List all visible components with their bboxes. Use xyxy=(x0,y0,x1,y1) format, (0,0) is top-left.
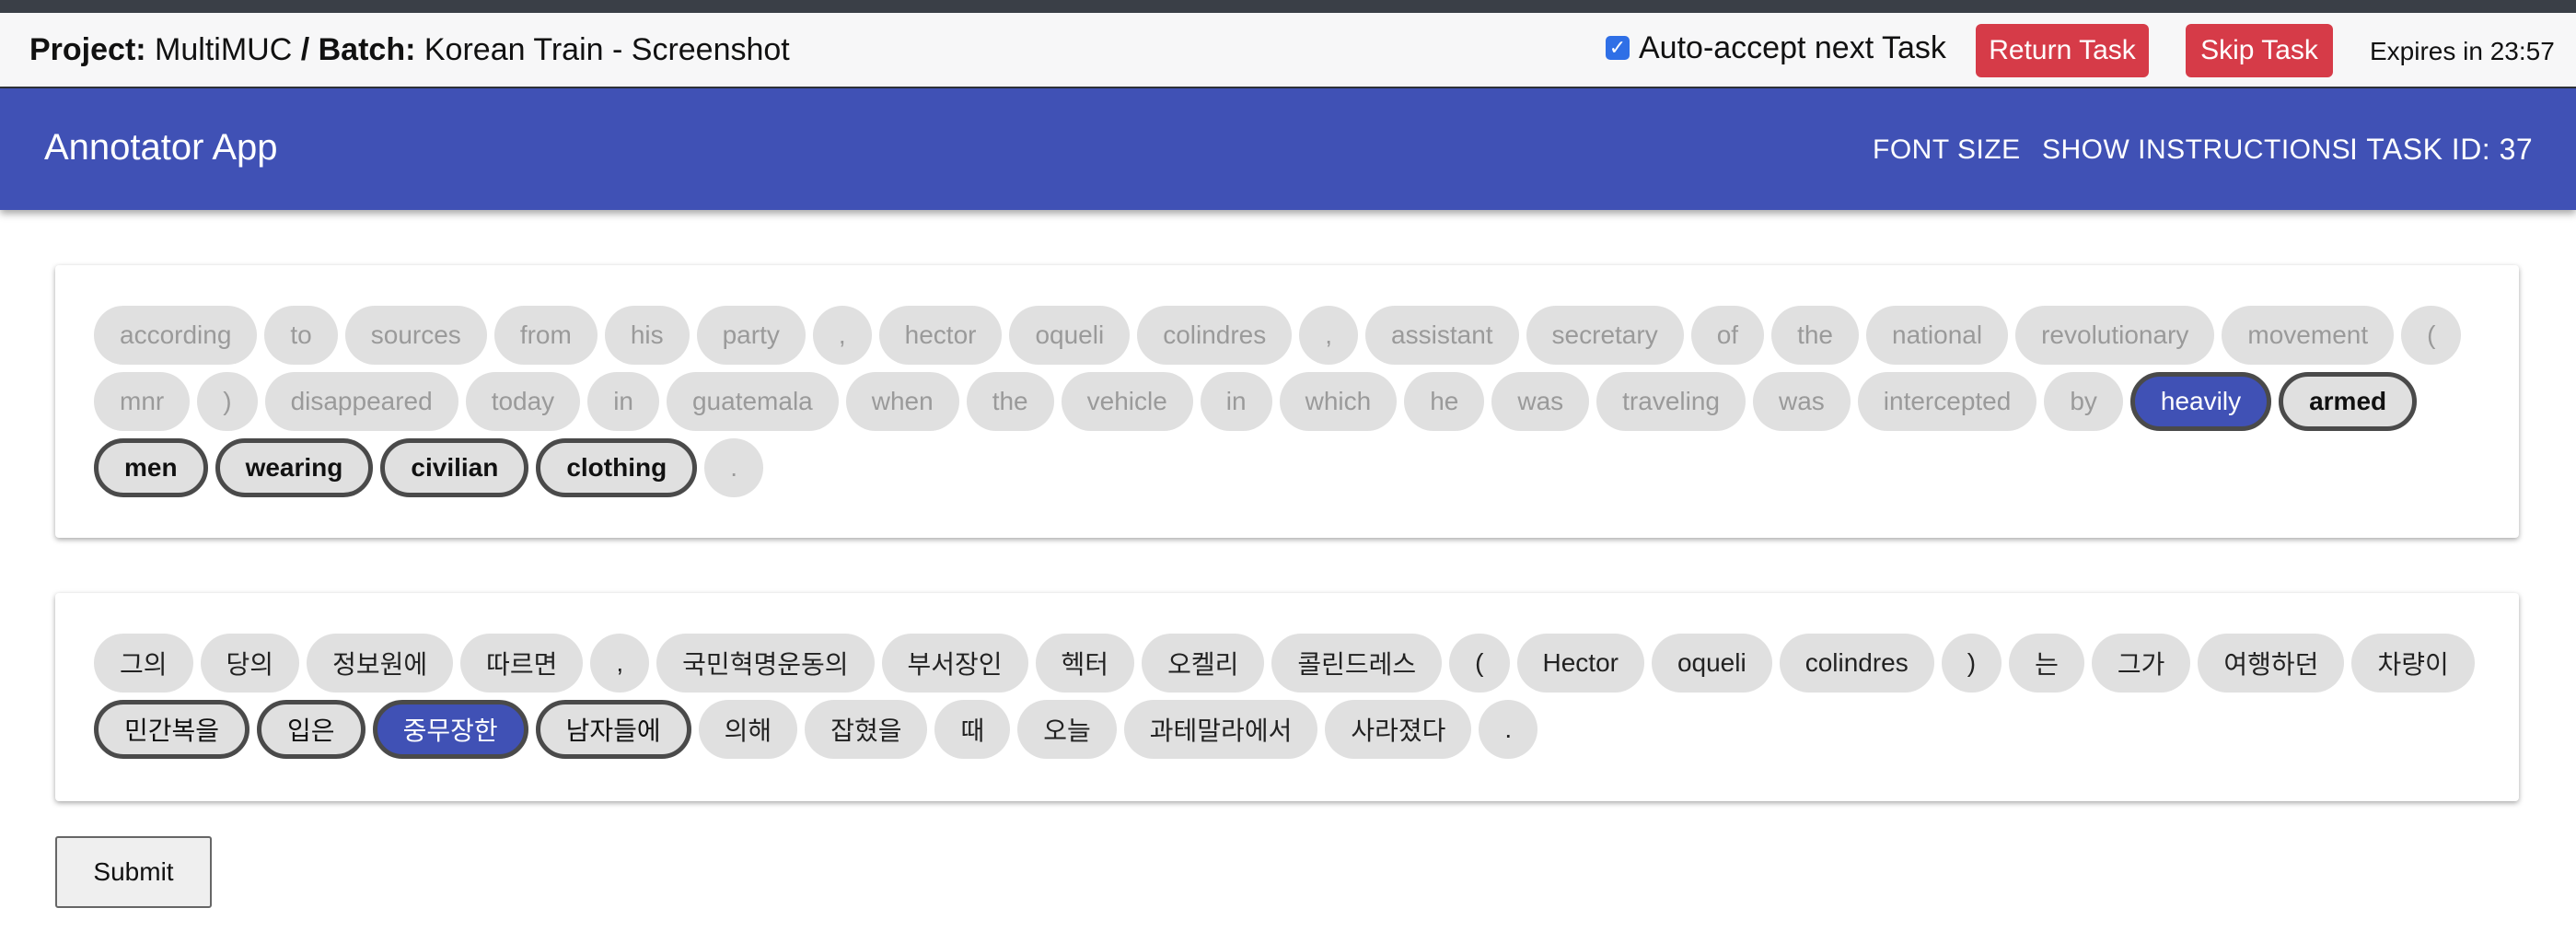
english-token[interactable]: , xyxy=(812,306,872,365)
korean-token[interactable]: 따르면 xyxy=(460,634,584,693)
return-task-button[interactable]: Return Task xyxy=(1976,24,2149,77)
english-token[interactable]: armed xyxy=(2279,372,2418,431)
top-window-strip xyxy=(0,0,2576,13)
korean-token[interactable]: 헥터 xyxy=(1035,634,1135,693)
auto-accept-label: Auto-accept next Task xyxy=(1639,29,1946,65)
english-token[interactable]: mnr xyxy=(94,372,191,431)
english-token[interactable]: ( xyxy=(2401,306,2462,365)
korean-token[interactable]: 오늘 xyxy=(1017,700,1117,759)
project-info: Project: MultiMUC / Batch: Korean Train … xyxy=(29,32,790,68)
task-header: Project: MultiMUC / Batch: Korean Train … xyxy=(0,13,2576,88)
korean-token[interactable]: . xyxy=(1479,700,1538,759)
english-token[interactable]: hector xyxy=(878,306,1003,365)
english-token[interactable]: . xyxy=(704,438,763,497)
korean-token[interactable]: 과테말라에서 xyxy=(1123,700,1318,759)
korean-token[interactable]: 여행하던 xyxy=(2198,634,2345,693)
korean-token[interactable]: 국민혁명운동의 xyxy=(656,634,875,693)
app-title: Annotator App xyxy=(44,127,278,168)
submit-button[interactable]: Submit xyxy=(55,836,212,908)
korean-token[interactable]: ( xyxy=(1449,634,1510,693)
project-label: Project: xyxy=(29,31,146,67)
english-token[interactable]: was xyxy=(1491,372,1590,431)
project-name: MultiMUC xyxy=(155,31,293,67)
korean-token[interactable]: 차량이 xyxy=(2351,634,2475,693)
korean-token[interactable]: Hector xyxy=(1516,634,1644,693)
korean-token[interactable]: 그의 xyxy=(94,634,193,693)
skip-task-button[interactable]: Skip Task xyxy=(2186,24,2333,77)
english-token[interactable]: , xyxy=(1299,306,1359,365)
english-token[interactable]: according xyxy=(94,306,258,365)
batch-label: Batch: xyxy=(318,31,416,67)
korean-sentence-card: 그의 당의 정보원에 따르면, 국민혁명운동의 부서장인 헥터 오켈리 콜린드레스(Hector… xyxy=(55,593,2519,801)
english-token[interactable]: heavily xyxy=(2129,372,2272,431)
korean-token[interactable]: ) xyxy=(1941,634,2002,693)
english-token[interactable]: intercepted xyxy=(1857,372,2037,431)
english-token[interactable]: the xyxy=(966,372,1054,431)
english-token-list: according to sources from his party, hector oqu… xyxy=(94,306,2482,505)
korean-token[interactable]: 정보원에 xyxy=(307,634,454,693)
korean-token[interactable]: oqueli xyxy=(1651,634,1772,693)
english-token[interactable]: national xyxy=(1866,306,2009,365)
korean-token[interactable]: 부서장인 xyxy=(881,634,1028,693)
english-token[interactable]: to xyxy=(264,306,338,365)
font-size-button[interactable]: FONT SIZE xyxy=(1873,134,2021,166)
korean-token[interactable]: 의해 xyxy=(698,700,798,759)
english-token[interactable]: when xyxy=(845,372,959,431)
task-id: I TASK ID: 37 xyxy=(2350,133,2534,166)
english-token[interactable]: of xyxy=(1690,306,1765,365)
english-token[interactable]: movement xyxy=(2222,306,2395,365)
english-token[interactable]: by xyxy=(2044,372,2123,431)
korean-token[interactable]: 그가 xyxy=(2091,634,2191,693)
show-instructions-button[interactable]: SHOW INSTRUCTIONS xyxy=(2042,134,2350,166)
app-bar: Annotator App FONT SIZE SHOW INSTRUCTION… xyxy=(0,88,2576,210)
korean-token[interactable]: 민간복을 xyxy=(94,700,250,759)
korean-token[interactable]: 입은 xyxy=(257,700,366,759)
korean-token[interactable]: 잡혔을 xyxy=(805,700,928,759)
korean-token[interactable]: colindres xyxy=(1779,634,1934,693)
english-token[interactable]: was xyxy=(1752,372,1851,431)
batch-name: Korean Train - Screenshot xyxy=(424,31,790,67)
english-token[interactable]: from xyxy=(493,306,598,365)
project-separator: / xyxy=(300,31,310,67)
english-token[interactable]: today xyxy=(465,372,581,431)
auto-accept-toggle[interactable]: ✓ Auto-accept next Task xyxy=(1606,28,1946,68)
english-token[interactable]: oqueli xyxy=(1009,306,1131,365)
korean-token[interactable]: 오켈리 xyxy=(1142,634,1265,693)
english-token[interactable]: which xyxy=(1279,372,1398,431)
korean-token[interactable]: 사라졌다 xyxy=(1325,700,1472,759)
korean-token[interactable]: 중무장한 xyxy=(372,700,528,759)
english-token[interactable]: clothing xyxy=(536,438,698,497)
english-token[interactable]: in xyxy=(1200,372,1272,431)
korean-token[interactable]: 콜린드레스 xyxy=(1271,634,1443,693)
english-token[interactable]: traveling xyxy=(1596,372,1746,431)
english-token[interactable]: guatemala xyxy=(666,372,839,431)
english-token[interactable]: men xyxy=(94,438,208,497)
korean-token-list: 그의 당의 정보원에 따르면, 국민혁명운동의 부서장인 헥터 오켈리 콜린드레스(Hector… xyxy=(94,634,2482,766)
english-token[interactable]: the xyxy=(1771,306,1859,365)
english-token[interactable]: colindres xyxy=(1137,306,1293,365)
english-token[interactable]: secretary xyxy=(1526,306,1684,365)
english-token[interactable]: ) xyxy=(197,372,258,431)
english-token[interactable]: vehicle xyxy=(1061,372,1193,431)
english-token[interactable]: in xyxy=(587,372,659,431)
english-token[interactable]: sources xyxy=(344,306,487,365)
english-token[interactable]: disappeared xyxy=(264,372,458,431)
english-sentence-card: according to sources from his party, hector oqu… xyxy=(55,265,2519,538)
english-token[interactable]: wearing xyxy=(215,438,374,497)
english-token[interactable]: revolutionary xyxy=(2015,306,2215,365)
korean-token[interactable]: 남자들에 xyxy=(535,700,691,759)
korean-token[interactable]: 때 xyxy=(934,700,1011,759)
english-token[interactable]: his xyxy=(604,306,690,365)
expiry-timer: Expires in 23:57 xyxy=(2370,37,2555,65)
english-token[interactable]: assistant xyxy=(1365,306,1519,365)
english-token[interactable]: he xyxy=(1404,372,1485,431)
korean-token[interactable]: , xyxy=(590,634,650,693)
english-token[interactable]: civilian xyxy=(380,438,529,497)
auto-accept-checkbox[interactable]: ✓ xyxy=(1606,36,1630,60)
english-token[interactable]: party xyxy=(696,306,806,365)
korean-token[interactable]: 당의 xyxy=(200,634,300,693)
korean-token[interactable]: 는 xyxy=(2009,634,2084,693)
